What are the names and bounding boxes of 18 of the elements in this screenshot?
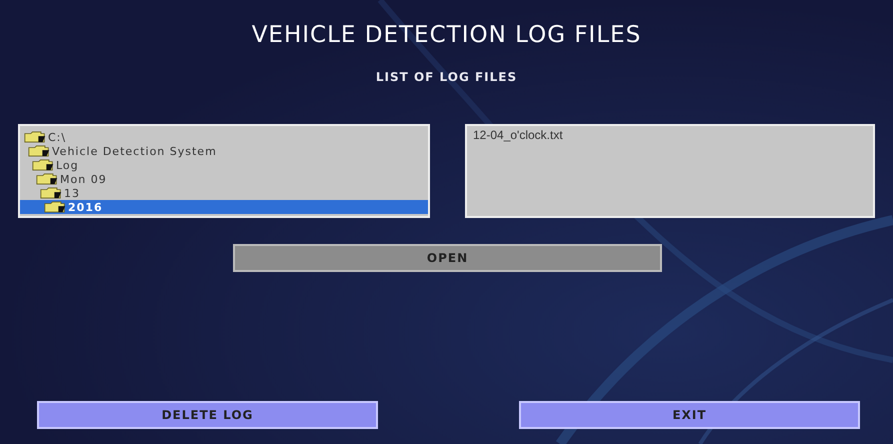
exit-button[interactable]: EXIT xyxy=(519,401,860,429)
file-item[interactable]: 12-04_o'clock.txt xyxy=(473,128,867,142)
delete-log-button[interactable]: DELETE LOG xyxy=(37,401,378,429)
folder-icon xyxy=(44,201,66,213)
folder-item[interactable]: C:\ xyxy=(20,130,428,144)
folder-item[interactable]: 13 xyxy=(20,186,428,200)
folder-icon xyxy=(40,187,62,199)
page-subtitle: LIST OF LOG FILES xyxy=(374,70,518,84)
folder-item[interactable]: Mon 09 xyxy=(20,172,428,186)
open-button[interactable]: OPEN xyxy=(233,244,662,272)
folder-icon xyxy=(24,131,46,143)
folder-icon xyxy=(32,159,54,171)
folder-item[interactable]: Log xyxy=(20,158,428,172)
folder-icon xyxy=(36,173,58,185)
page-title: VEHICLE DETECTION LOG FILES xyxy=(250,22,642,48)
folder-item[interactable]: Vehicle Detection System xyxy=(20,144,428,158)
folder-item[interactable]: 2016 xyxy=(20,200,428,214)
folder-icon xyxy=(28,145,50,157)
